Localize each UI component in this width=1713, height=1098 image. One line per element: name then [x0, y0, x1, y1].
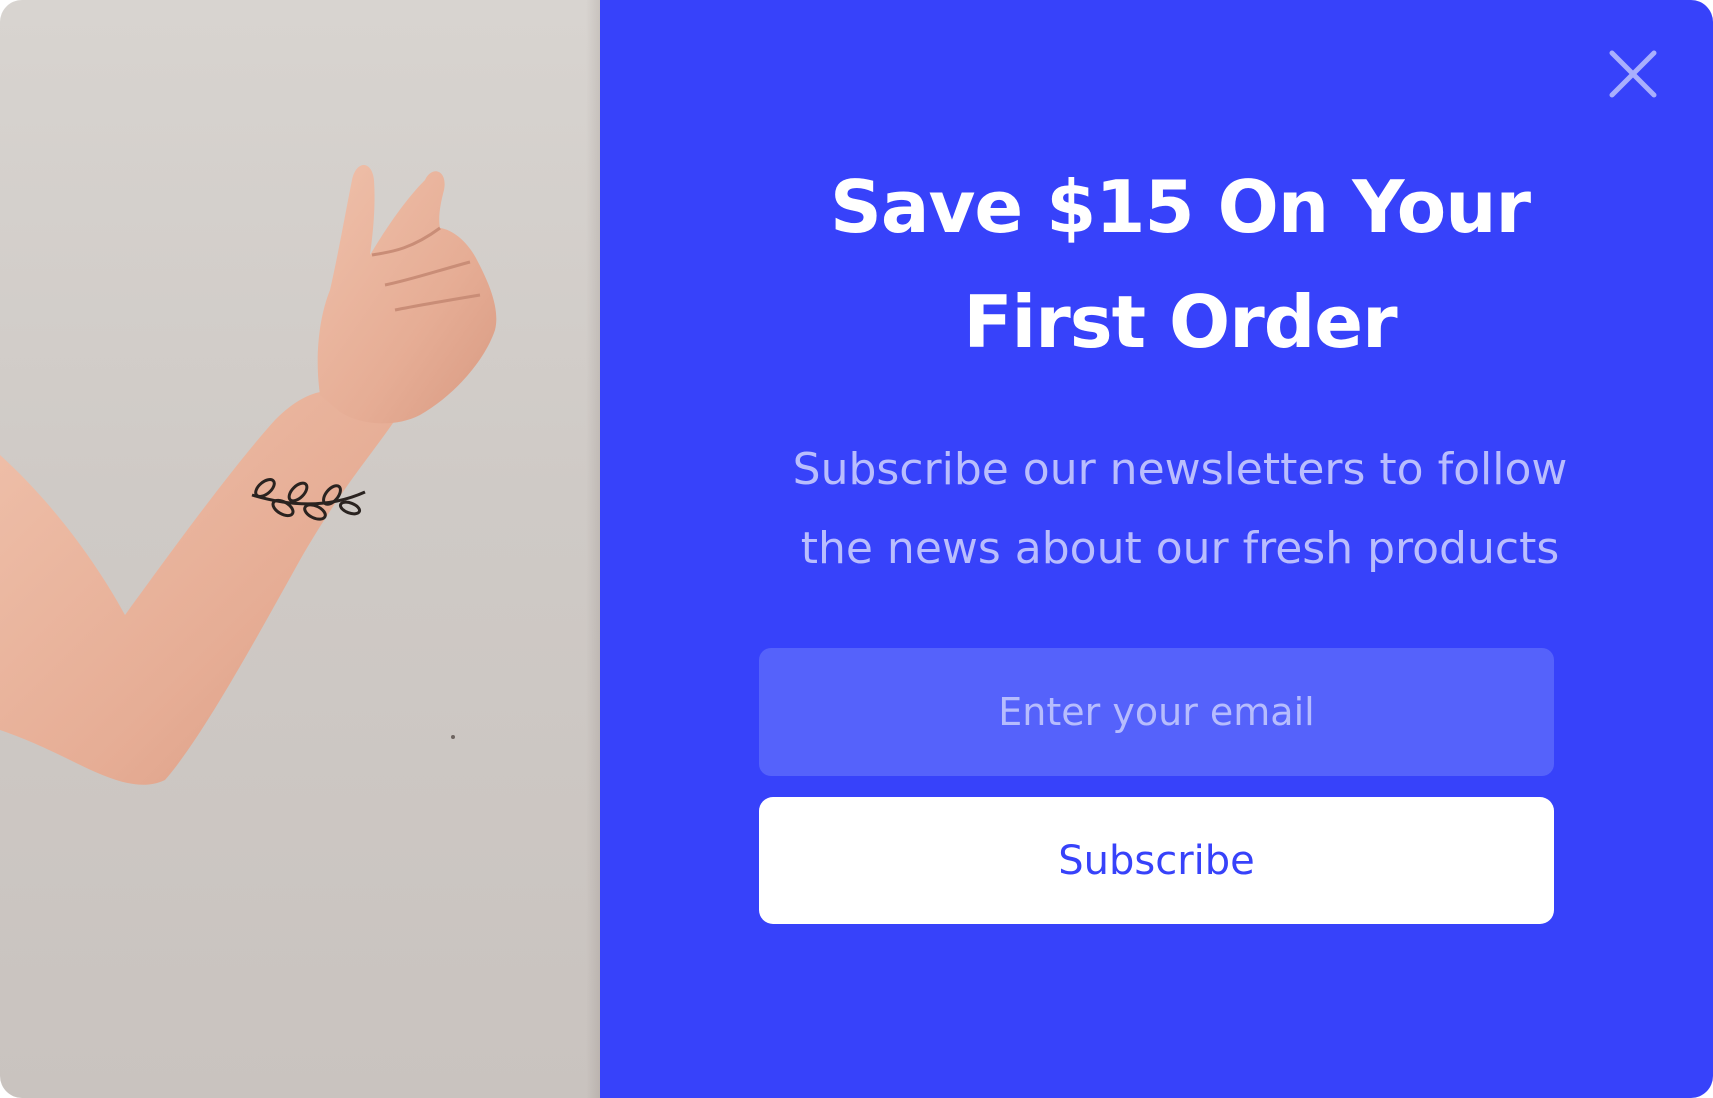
- subscribe-button[interactable]: Subscribe: [759, 797, 1554, 924]
- email-input[interactable]: [759, 648, 1554, 776]
- newsletter-popup: Save $15 On Your First Order Subscribe o…: [0, 0, 1713, 1098]
- close-icon: [1609, 50, 1657, 98]
- arm-illustration: [0, 165, 497, 785]
- popup-description: Subscribe our newsletters to follow the …: [792, 444, 1568, 574]
- popup-headline: Save $15 On Your First Order: [830, 165, 1531, 364]
- photo-edge-shadow: [586, 0, 600, 1098]
- signup-panel: Save $15 On Your First Order Subscribe o…: [600, 0, 1713, 1098]
- promo-photo: [0, 0, 600, 1098]
- close-button[interactable]: [1607, 48, 1659, 100]
